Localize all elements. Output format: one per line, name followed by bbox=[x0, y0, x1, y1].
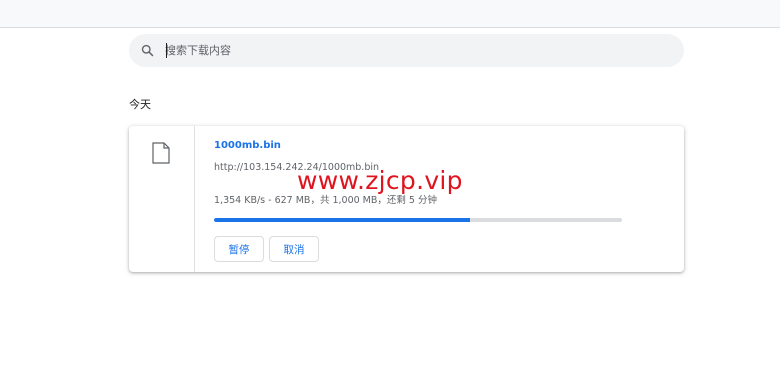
search-icon bbox=[141, 44, 154, 57]
search-input[interactable] bbox=[165, 34, 670, 67]
download-item-card: 1000mb.bin http://103.154.242.24/1000mb.… bbox=[129, 126, 684, 272]
file-name-link[interactable]: 1000mb.bin bbox=[214, 140, 281, 151]
pause-button[interactable]: 暂停 bbox=[214, 236, 264, 262]
download-progress-bar bbox=[214, 218, 622, 222]
cancel-button[interactable]: 取消 bbox=[269, 236, 319, 262]
file-icon bbox=[152, 142, 170, 164]
text-cursor bbox=[166, 43, 167, 58]
top-toolbar bbox=[0, 0, 780, 28]
date-section-label: 今天 bbox=[129, 98, 151, 111]
search-bar[interactable] bbox=[129, 34, 684, 67]
file-icon-column bbox=[129, 126, 195, 272]
watermark-text: www.zjcp.vip bbox=[297, 166, 463, 195]
download-progress-fill bbox=[214, 218, 470, 222]
